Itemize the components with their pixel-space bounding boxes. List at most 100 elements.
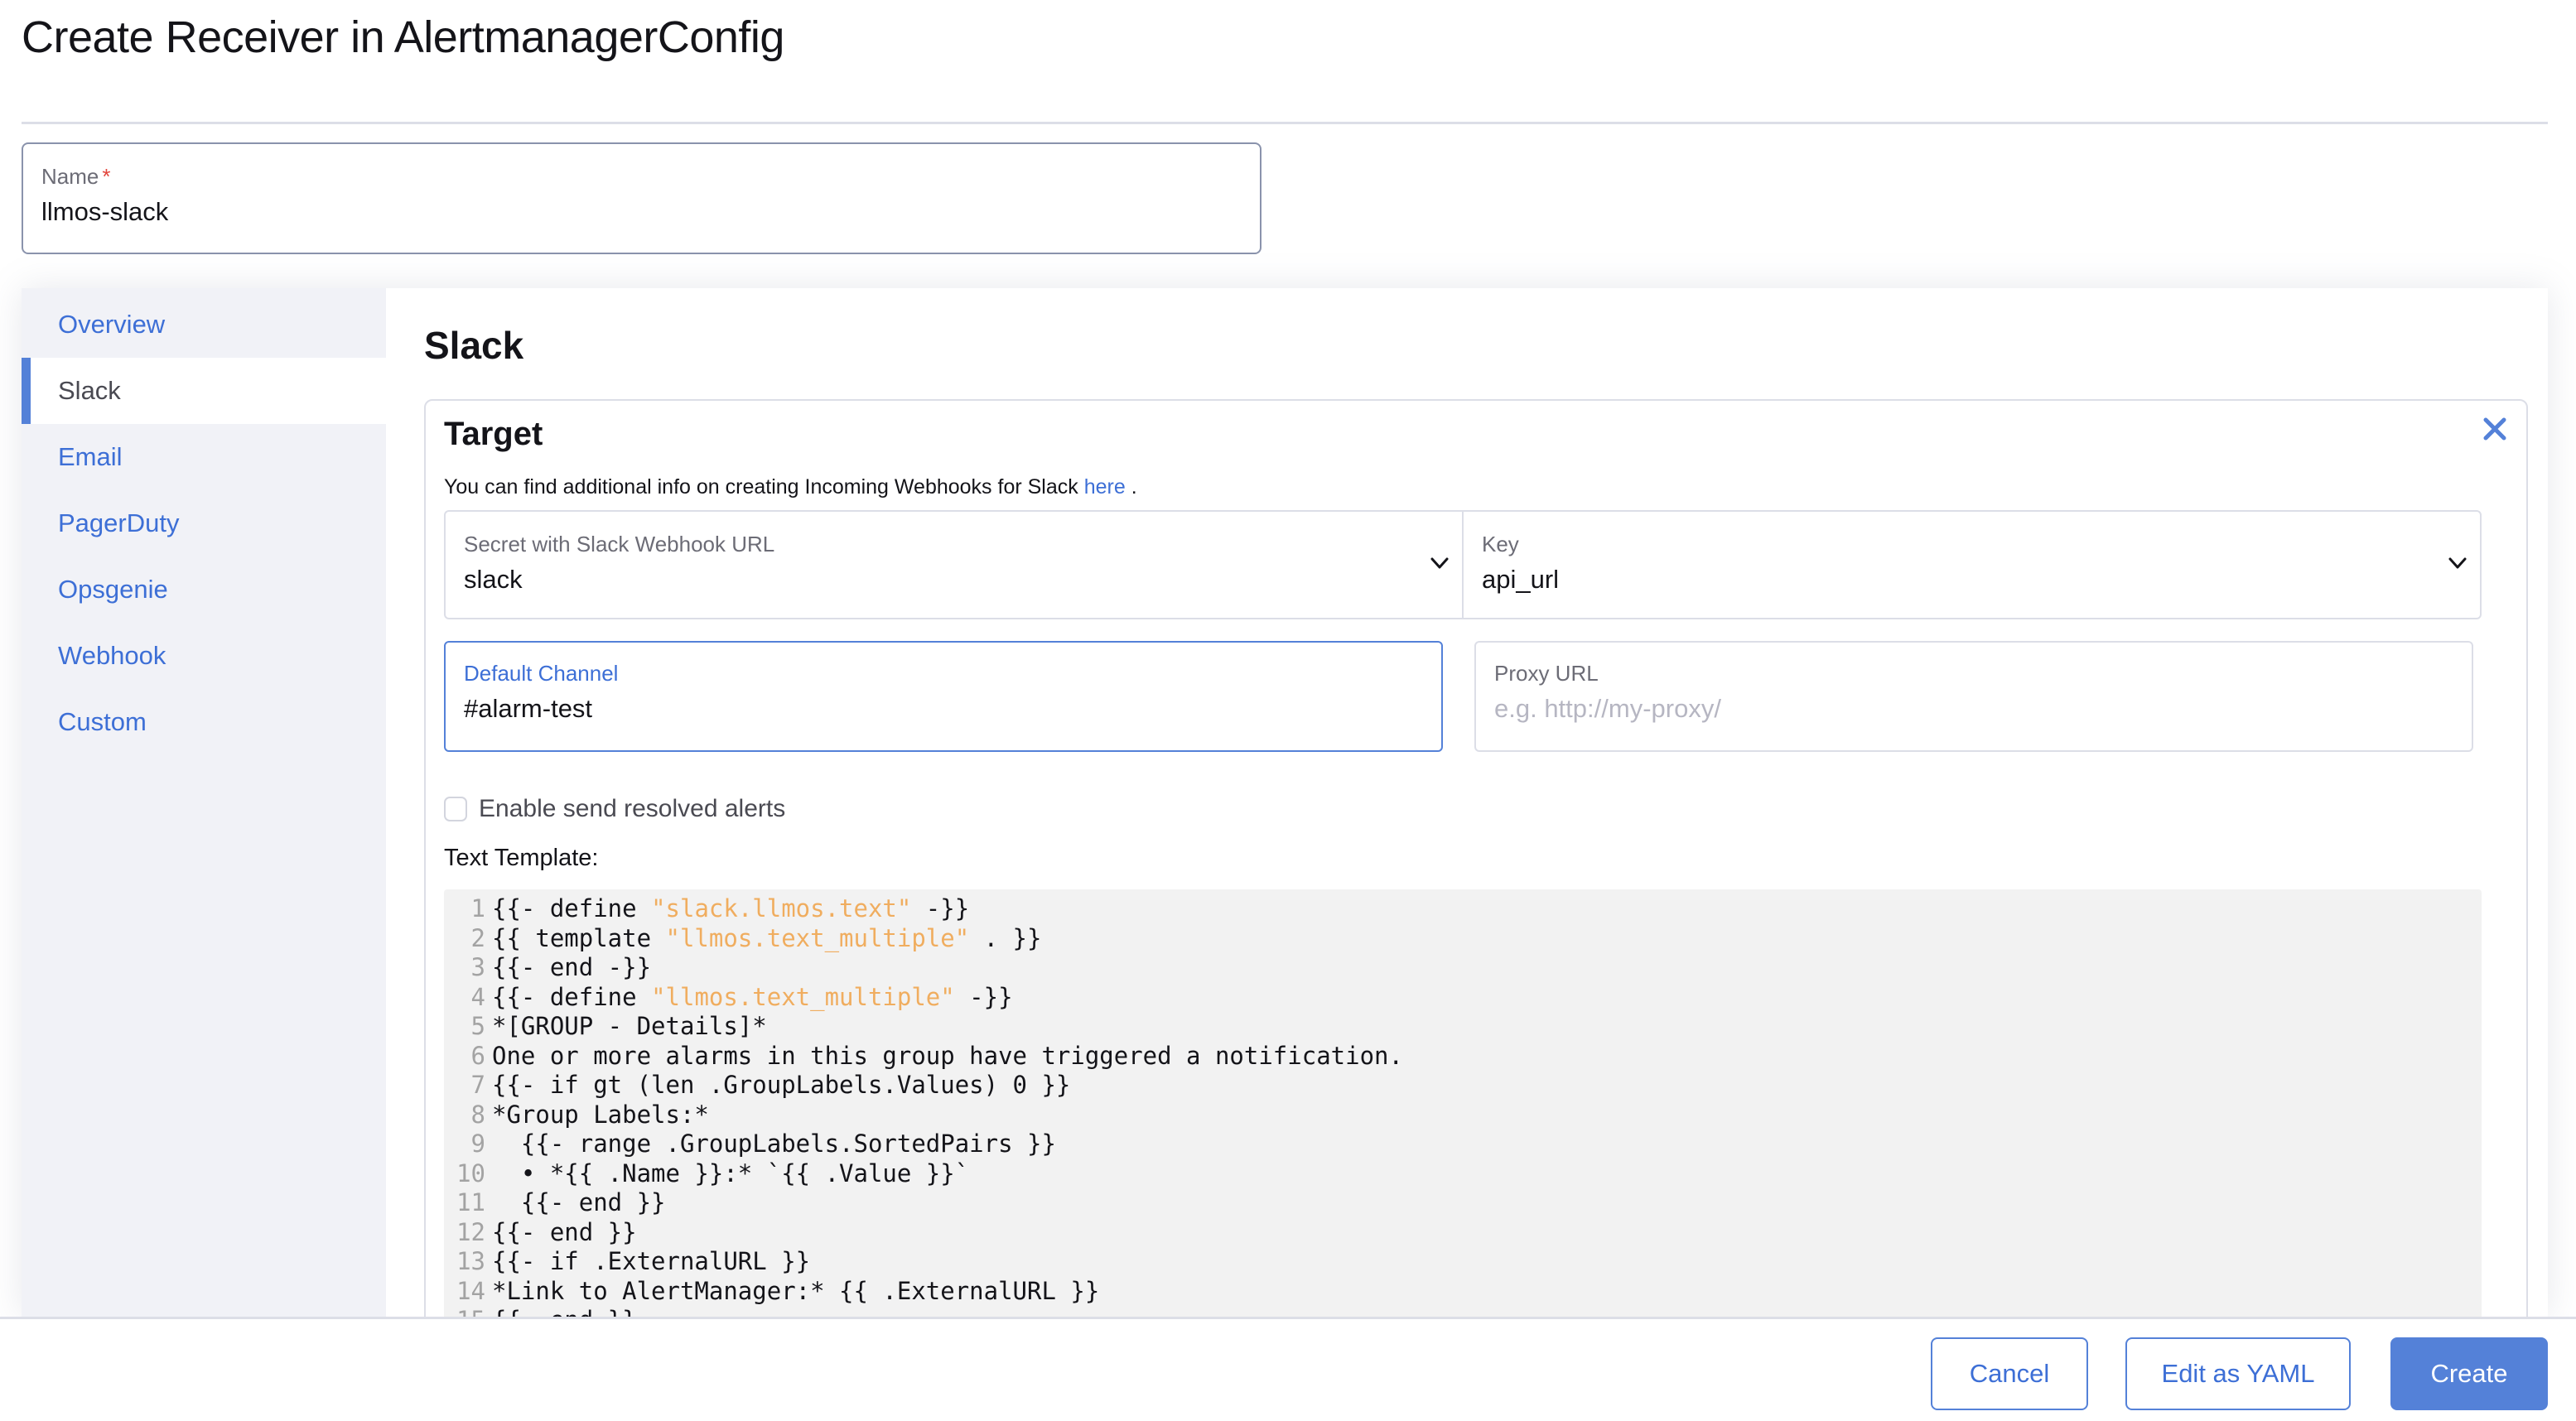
target-card: Target You can find additional info on c… <box>424 399 2528 1393</box>
sidebar-item-email[interactable]: Email <box>22 424 386 490</box>
cancel-button[interactable]: Cancel <box>1931 1337 2088 1410</box>
receiver-type-sidebar: Overview Slack Email PagerDuty Opsgenie … <box>22 288 386 1317</box>
code-text: {{- define "llmos.text_multiple" -}} <box>492 983 1013 1013</box>
code-line: 9 {{- range .GroupLabels.SortedPairs }} <box>444 1130 2482 1159</box>
sidebar-item-pagerduty[interactable]: PagerDuty <box>22 490 386 556</box>
code-line: 14 *Link to AlertManager:* {{ .ExternalUR… <box>444 1277 2482 1307</box>
create-button[interactable]: Create <box>2390 1337 2548 1410</box>
name-field[interactable]: Name * llmos-slack <box>22 142 1261 254</box>
secret-select-value: slack <box>464 565 523 594</box>
code-token: -}} <box>911 894 970 922</box>
code-line: 5 *[GROUP - Details]* <box>444 1012 2482 1042</box>
code-text: • *{{ .Name }}:* `{{ .Value }}` <box>492 1159 969 1189</box>
target-title: Target <box>444 416 543 452</box>
form-footer: Cancel Edit as YAML Create <box>0 1317 2576 1421</box>
code-text: *Group Labels:* <box>492 1101 709 1130</box>
sidebar-item-opsgenie[interactable]: Opsgenie <box>22 556 386 623</box>
code-token: *Group Labels:* <box>492 1100 709 1129</box>
code-token: {{- end }} <box>492 1188 666 1216</box>
secret-key-select-group: Secret with Slack Webhook URL slack Key … <box>444 510 2482 619</box>
text-template-label: Text Template: <box>444 845 599 871</box>
code-token: • *{{ .Name }}:* `{{ .Value }}` <box>492 1158 970 1187</box>
default-channel-field[interactable]: Default Channel #alarm-test <box>444 641 1443 752</box>
code-line: 3 {{- end -}} <box>444 953 2482 983</box>
code-token: One or more alarms in this group have tr… <box>492 1041 1403 1070</box>
code-string: "llmos.text_multiple" <box>651 982 955 1011</box>
required-marker: * <box>102 164 111 189</box>
receiver-config-panel: Overview Slack Email PagerDuty Opsgenie … <box>22 288 2548 1393</box>
sidebar-item-webhook[interactable]: Webhook <box>22 623 386 689</box>
code-token: -}} <box>954 982 1013 1011</box>
code-line: 1 {{- define "slack.llmos.text" -}} <box>444 894 2482 924</box>
code-text: {{- if gt (len .GroupLabels.Values) 0 }} <box>492 1071 1070 1101</box>
line-number: 11 <box>456 1188 485 1216</box>
line-number: 3 <box>470 953 485 981</box>
section-title: Slack <box>424 324 524 367</box>
code-text: {{ template "llmos.text_multiple" . }} <box>492 924 1041 954</box>
code-string: "llmos.text_multiple" <box>665 923 970 952</box>
sidebar-item-custom[interactable]: Custom <box>22 689 386 755</box>
text-template-editor[interactable]: 1 {{- define "slack.llmos.text" -}} 2{{ te… <box>444 889 2482 1386</box>
send-resolved-option[interactable]: Enable send resolved alerts <box>444 795 785 823</box>
send-resolved-checkbox[interactable] <box>444 797 467 821</box>
code-text: {{- end }} <box>492 1218 637 1248</box>
code-token: {{ template <box>492 923 666 952</box>
line-number: 10 <box>456 1158 485 1187</box>
secret-select-label: Secret with Slack Webhook URL <box>464 532 775 556</box>
line-number: 6 <box>470 1041 485 1070</box>
line-number: 12 <box>456 1217 485 1246</box>
code-text: *[GROUP - Details]* <box>492 1012 767 1042</box>
code-string: "slack.llmos.text" <box>651 894 912 922</box>
code-token: . }} <box>969 923 1042 952</box>
proxy-url-label: Proxy URL <box>1494 661 1599 686</box>
code-line: 8 *Group Labels:* <box>444 1101 2482 1130</box>
slack-config-main: Slack Target You can find additional inf… <box>386 288 2548 1393</box>
code-text: {{- end }} <box>492 1188 666 1218</box>
code-token: {{- range .GroupLabels.SortedPairs }} <box>492 1130 1056 1158</box>
line-number: 7 <box>470 1071 485 1099</box>
chevron-down-icon <box>2448 557 2467 569</box>
default-channel-label: Default Channel <box>464 661 619 686</box>
name-input[interactable]: llmos-slack <box>41 197 168 227</box>
code-text: One or more alarms in this group have tr… <box>492 1042 1403 1072</box>
code-token: *Link to AlertManager:* {{ .ExternalURL … <box>492 1276 1100 1305</box>
remove-target-button[interactable] <box>2478 412 2511 446</box>
close-icon <box>2483 417 2506 441</box>
code-token: {{- end -}} <box>492 953 652 981</box>
code-text: *Link to AlertManager:* {{ .ExternalURL … <box>492 1277 1099 1307</box>
code-line: 10 • *{{ .Name }}:* `{{ .Value }}` <box>444 1159 2482 1189</box>
code-token: {{- define <box>492 982 652 1011</box>
line-number: 2 <box>470 923 485 952</box>
line-number: 9 <box>470 1130 485 1158</box>
code-line: 13 {{- if .ExternalURL }} <box>444 1247 2482 1277</box>
help-link[interactable]: here <box>1084 475 1126 499</box>
secret-select[interactable]: Secret with Slack Webhook URL slack <box>446 512 1462 618</box>
sidebar-item-slack[interactable]: Slack <box>22 358 386 424</box>
code-line: 6 One or more alarms in this group have t… <box>444 1042 2482 1072</box>
line-number: 1 <box>470 894 485 922</box>
code-text: {{- end -}} <box>492 953 651 983</box>
create-receiver-page: Create Receiver in AlertmanagerConfig Na… <box>0 0 2576 1421</box>
code-line: 2{{ template "llmos.text_multiple" . }} <box>444 924 2482 954</box>
name-field-label: Name * <box>41 164 111 189</box>
default-channel-input[interactable]: #alarm-test <box>464 694 592 724</box>
proxy-url-input[interactable]: e.g. http://my-proxy/ <box>1494 694 1721 724</box>
chevron-down-icon <box>1430 557 1449 569</box>
line-number: 8 <box>470 1100 485 1129</box>
code-line: 12 {{- end }} <box>444 1218 2482 1248</box>
code-token: {{- if .ExternalURL }} <box>492 1247 811 1275</box>
code-line: 11 {{- end }} <box>444 1188 2482 1218</box>
edit-as-yaml-button[interactable]: Edit as YAML <box>2125 1337 2351 1410</box>
sidebar-item-overview[interactable]: Overview <box>22 291 386 358</box>
page-title: Create Receiver in AlertmanagerConfig <box>22 12 784 62</box>
code-text: {{- range .GroupLabels.SortedPairs }} <box>492 1130 1056 1159</box>
proxy-url-field[interactable]: Proxy URL e.g. http://my-proxy/ <box>1474 641 2473 752</box>
key-select-label: Key <box>1482 532 1519 556</box>
code-token: {{- if gt (len .GroupLabels.Values) 0 }} <box>492 1071 1071 1099</box>
code-text: {{- define "slack.llmos.text" -}} <box>492 894 969 924</box>
code-text: {{- if .ExternalURL }} <box>492 1247 810 1277</box>
line-number: 13 <box>456 1247 485 1275</box>
code-token: *[GROUP - Details]* <box>492 1012 767 1040</box>
line-number: 5 <box>470 1012 485 1040</box>
key-select[interactable]: Key api_url <box>1462 512 2480 618</box>
